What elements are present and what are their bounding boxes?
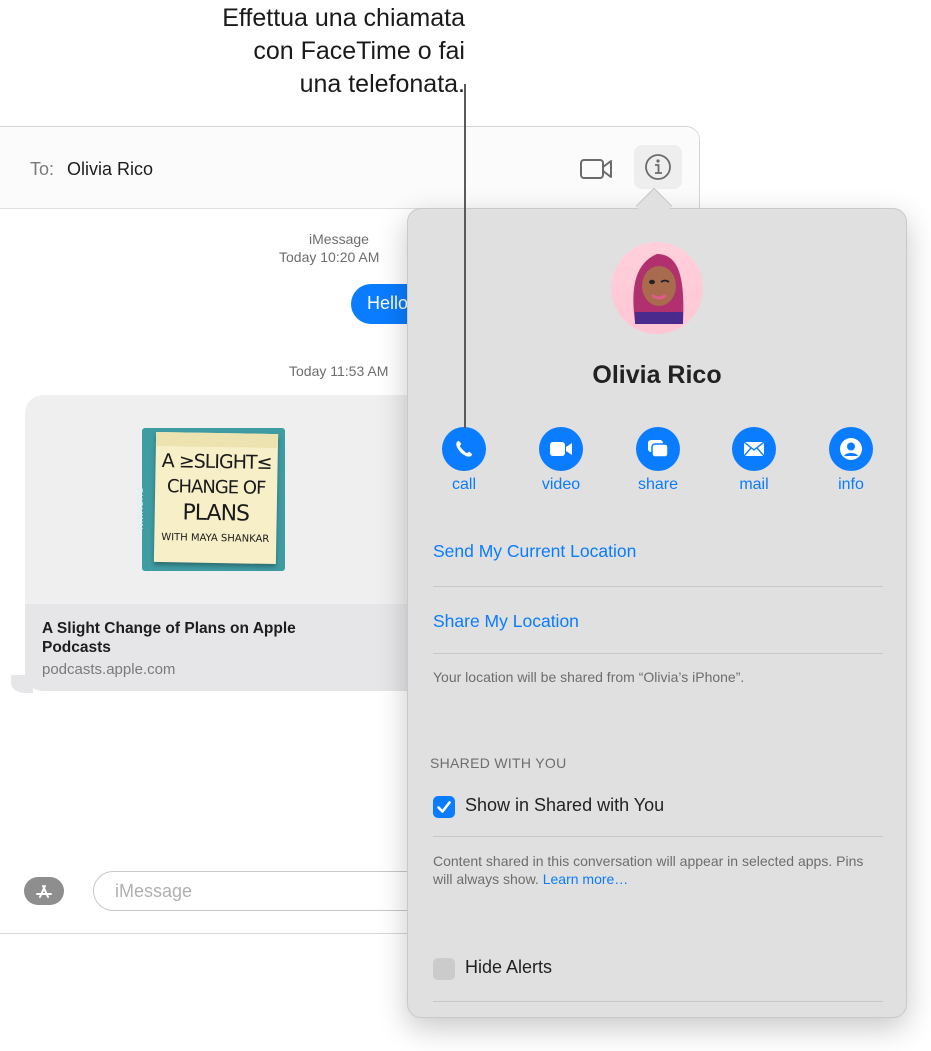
- callout-leader-line: [464, 84, 466, 428]
- memoji-avatar-icon: [633, 254, 684, 324]
- mail-label: mail: [739, 476, 769, 493]
- facetime-video-button[interactable]: [579, 155, 615, 183]
- callout-line-1: Effettua una chiamata: [222, 4, 465, 32]
- share-screen-button[interactable]: share: [623, 427, 693, 494]
- artwork-title-line: PLANS: [182, 500, 250, 527]
- divider: [433, 653, 883, 654]
- apps-button[interactable]: [24, 877, 64, 905]
- contact-name: Olivia Rico: [592, 361, 722, 389]
- call-label: call: [451, 476, 476, 493]
- conversation-header: To: Olivia Rico: [0, 127, 699, 209]
- details-button[interactable]: [634, 145, 682, 189]
- envelope-icon: [743, 441, 765, 457]
- sticky-note-strip: [155, 431, 279, 449]
- service-label: iMessage: [309, 231, 369, 247]
- sticky-note: A ≥SLIGHT≤ CHANGE OF PLANS WITH MAYA SHA…: [153, 431, 279, 565]
- link-preview-card[interactable]: PUSHKIN A ≥SLIGHT≤ CHANGE OF PLANS WITH …: [25, 395, 425, 691]
- callout-line-2: con FaceTime o fai: [253, 37, 465, 65]
- timestamp: Today 10:20 AM: [279, 249, 380, 265]
- call-button[interactable]: call: [429, 427, 499, 494]
- show-in-shared-label: Show in Shared with You: [465, 795, 665, 815]
- send-current-location-link[interactable]: Send My Current Location: [433, 541, 636, 562]
- podcast-artwork: PUSHKIN A ≥SLIGHT≤ CHANGE OF PLANS WITH …: [135, 428, 285, 571]
- learn-more-link[interactable]: Learn more…: [543, 871, 629, 887]
- to-label: To:: [30, 159, 55, 179]
- contact-info-button[interactable]: info: [816, 427, 886, 494]
- divider: [433, 1001, 883, 1002]
- divider: [433, 586, 883, 587]
- mail-button[interactable]: mail: [719, 427, 789, 494]
- shared-note-text: Content shared in this conversation will…: [433, 853, 864, 887]
- publisher-label: PUSHKIN: [135, 488, 144, 531]
- app-store-icon: [36, 885, 52, 898]
- divider: [433, 836, 883, 837]
- phone-icon: [456, 440, 473, 457]
- hide-alerts-checkbox[interactable]: [433, 958, 455, 980]
- recipient-field[interactable]: Olivia Rico: [67, 159, 153, 180]
- share-label: share: [637, 476, 679, 493]
- callout-line-3: una telefonata.: [299, 70, 465, 98]
- contact-actions: call video share mail info: [408, 427, 906, 497]
- artwork-title-line: CHANGE OF: [166, 476, 266, 499]
- share-my-location-link[interactable]: Share My Location: [433, 611, 579, 632]
- details-popover: Olivia Rico call video share mail info S…: [407, 208, 907, 1018]
- screen-share-icon: [648, 440, 669, 458]
- info-icon: [645, 154, 671, 180]
- link-title: A Slight Change of Plans on Apple Podcas…: [42, 620, 296, 656]
- video-icon: [550, 442, 572, 456]
- link-preview-footer: A Slight Change of Plans on Apple Podcas…: [25, 604, 425, 691]
- artwork-host-line: WITH MAYA SHANKAR: [161, 532, 270, 545]
- show-in-shared-checkbox[interactable]: [433, 796, 455, 818]
- checkmark-icon: [437, 801, 451, 813]
- callout-annotation: Effettua una chiamata con FaceTime o fai…: [125, 2, 465, 101]
- hide-alerts-label: Hide Alerts: [465, 957, 553, 977]
- shared-with-you-heading: SHARED WITH YOU: [430, 755, 567, 771]
- link-url: podcasts.apple.com: [42, 661, 176, 678]
- video-call-button[interactable]: video: [526, 427, 596, 494]
- video-camera-icon: [580, 159, 612, 179]
- info-label: info: [838, 476, 864, 493]
- shared-note: Content shared in this conversation will…: [433, 852, 883, 888]
- person-circle-icon: [840, 438, 862, 460]
- artwork-title-line: A ≥SLIGHT≤: [161, 450, 272, 474]
- video-label: video: [541, 476, 581, 493]
- avatar: [611, 242, 703, 334]
- location-note: Your location will be shared from “Olivi…: [433, 669, 745, 685]
